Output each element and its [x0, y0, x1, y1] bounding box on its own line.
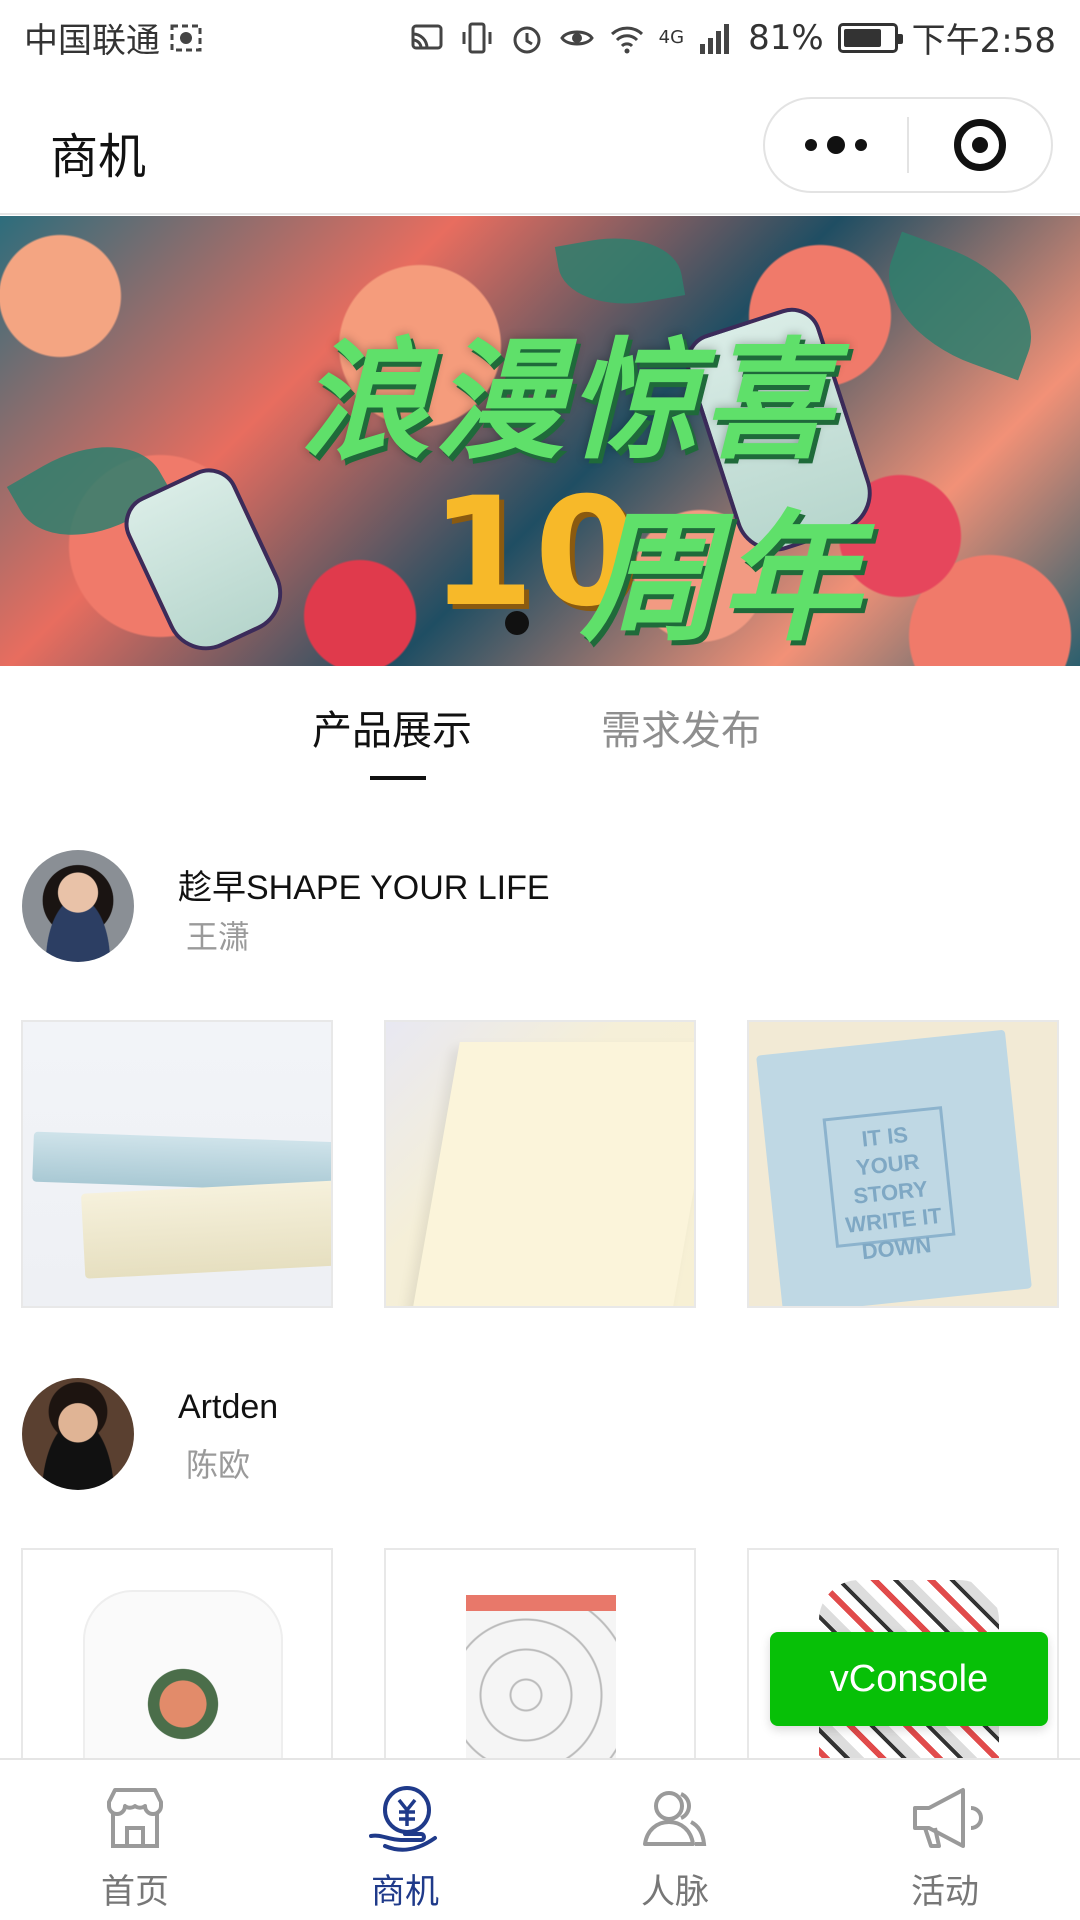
alarm-icon — [509, 20, 545, 56]
product-thumb[interactable] — [384, 1020, 696, 1308]
status-left: 中国联通 — [24, 13, 204, 62]
battery-percent: 81% — [748, 17, 824, 58]
clock: 下午2:58 — [911, 21, 1056, 61]
yuan-hand-icon — [365, 1778, 445, 1858]
tabbar-label: 人脉 — [641, 1872, 709, 1912]
product-thumb[interactable]: IT IS YOUR STORY WRITE IT DOWN — [747, 1020, 1059, 1308]
product-thumb[interactable] — [21, 1020, 333, 1308]
bottom-tab-bar: 首页 商机 人脉 活动 — [0, 1758, 1080, 1920]
tabbar-label: 商机 — [371, 1872, 439, 1912]
notebook-image — [80, 1180, 331, 1279]
merchant-name[interactable]: 趁早SHAPE YOUR LIFE — [178, 860, 550, 909]
signal-icon — [698, 20, 734, 56]
tabbar-item-home[interactable]: 首页 — [0, 1760, 270, 1920]
banner-dot — [505, 611, 529, 635]
skirt-band — [466, 1595, 616, 1611]
miniprogram-capsule — [763, 97, 1053, 193]
more-button[interactable] — [765, 99, 907, 191]
status-bar: 中国联通 4G 81% 下午2:58 — [0, 0, 1080, 75]
people-icon — [635, 1778, 715, 1858]
nav-bar: 商机 — [0, 75, 1080, 215]
store-icon — [95, 1778, 175, 1858]
tabbar-item-events[interactable]: 活动 — [810, 1760, 1080, 1920]
megaphone-icon — [905, 1778, 985, 1858]
network-type: 4G — [658, 27, 685, 48]
tabbar-label: 活动 — [911, 1872, 979, 1912]
merchant-person: 王潇 — [186, 918, 251, 956]
tshirt-print — [143, 1660, 223, 1770]
tabbar-item-contacts[interactable]: 人脉 — [540, 1760, 810, 1920]
banner-headline: 浪漫惊喜 — [300, 324, 837, 477]
content-tabs: 产品展示 需求发布 — [0, 666, 1080, 796]
status-right: 4G 81% 下午2:58 — [409, 13, 1056, 62]
tab-demand[interactable]: 需求发布 — [601, 698, 761, 756]
tabbar-label: 首页 — [101, 1872, 169, 1912]
merchant-name[interactable]: Artden — [178, 1388, 278, 1427]
screen-record-icon — [168, 20, 204, 56]
target-icon — [954, 119, 1006, 171]
eye-icon — [559, 20, 595, 56]
wifi-icon — [609, 20, 645, 56]
page-title: 商机 — [50, 129, 147, 185]
tabbar-item-business[interactable]: 商机 — [270, 1760, 540, 1920]
vibrate-icon — [459, 20, 495, 56]
avatar[interactable] — [22, 850, 134, 962]
cast-icon — [409, 20, 445, 56]
vconsole-button[interactable]: vConsole — [770, 1632, 1048, 1726]
tab-products[interactable]: 产品展示 — [312, 698, 472, 756]
promo-banner[interactable]: 浪漫惊喜 10 周年 — [0, 216, 1080, 666]
cover-stamp-text: IT IS YOUR STORY WRITE IT DOWN — [822, 1106, 956, 1264]
carrier-name: 中国联通 — [24, 21, 160, 61]
merchant-person: 陈欧 — [186, 1446, 251, 1484]
banner-leaf — [867, 231, 1053, 381]
active-tab-indicator — [370, 776, 426, 780]
banner-subline: 周年 — [580, 497, 861, 661]
avatar[interactable] — [22, 1378, 134, 1490]
more-dots-icon — [805, 136, 867, 154]
battery-icon — [837, 22, 903, 53]
open-notebook-image — [412, 1042, 694, 1306]
close-miniprogram-button[interactable] — [909, 99, 1051, 191]
